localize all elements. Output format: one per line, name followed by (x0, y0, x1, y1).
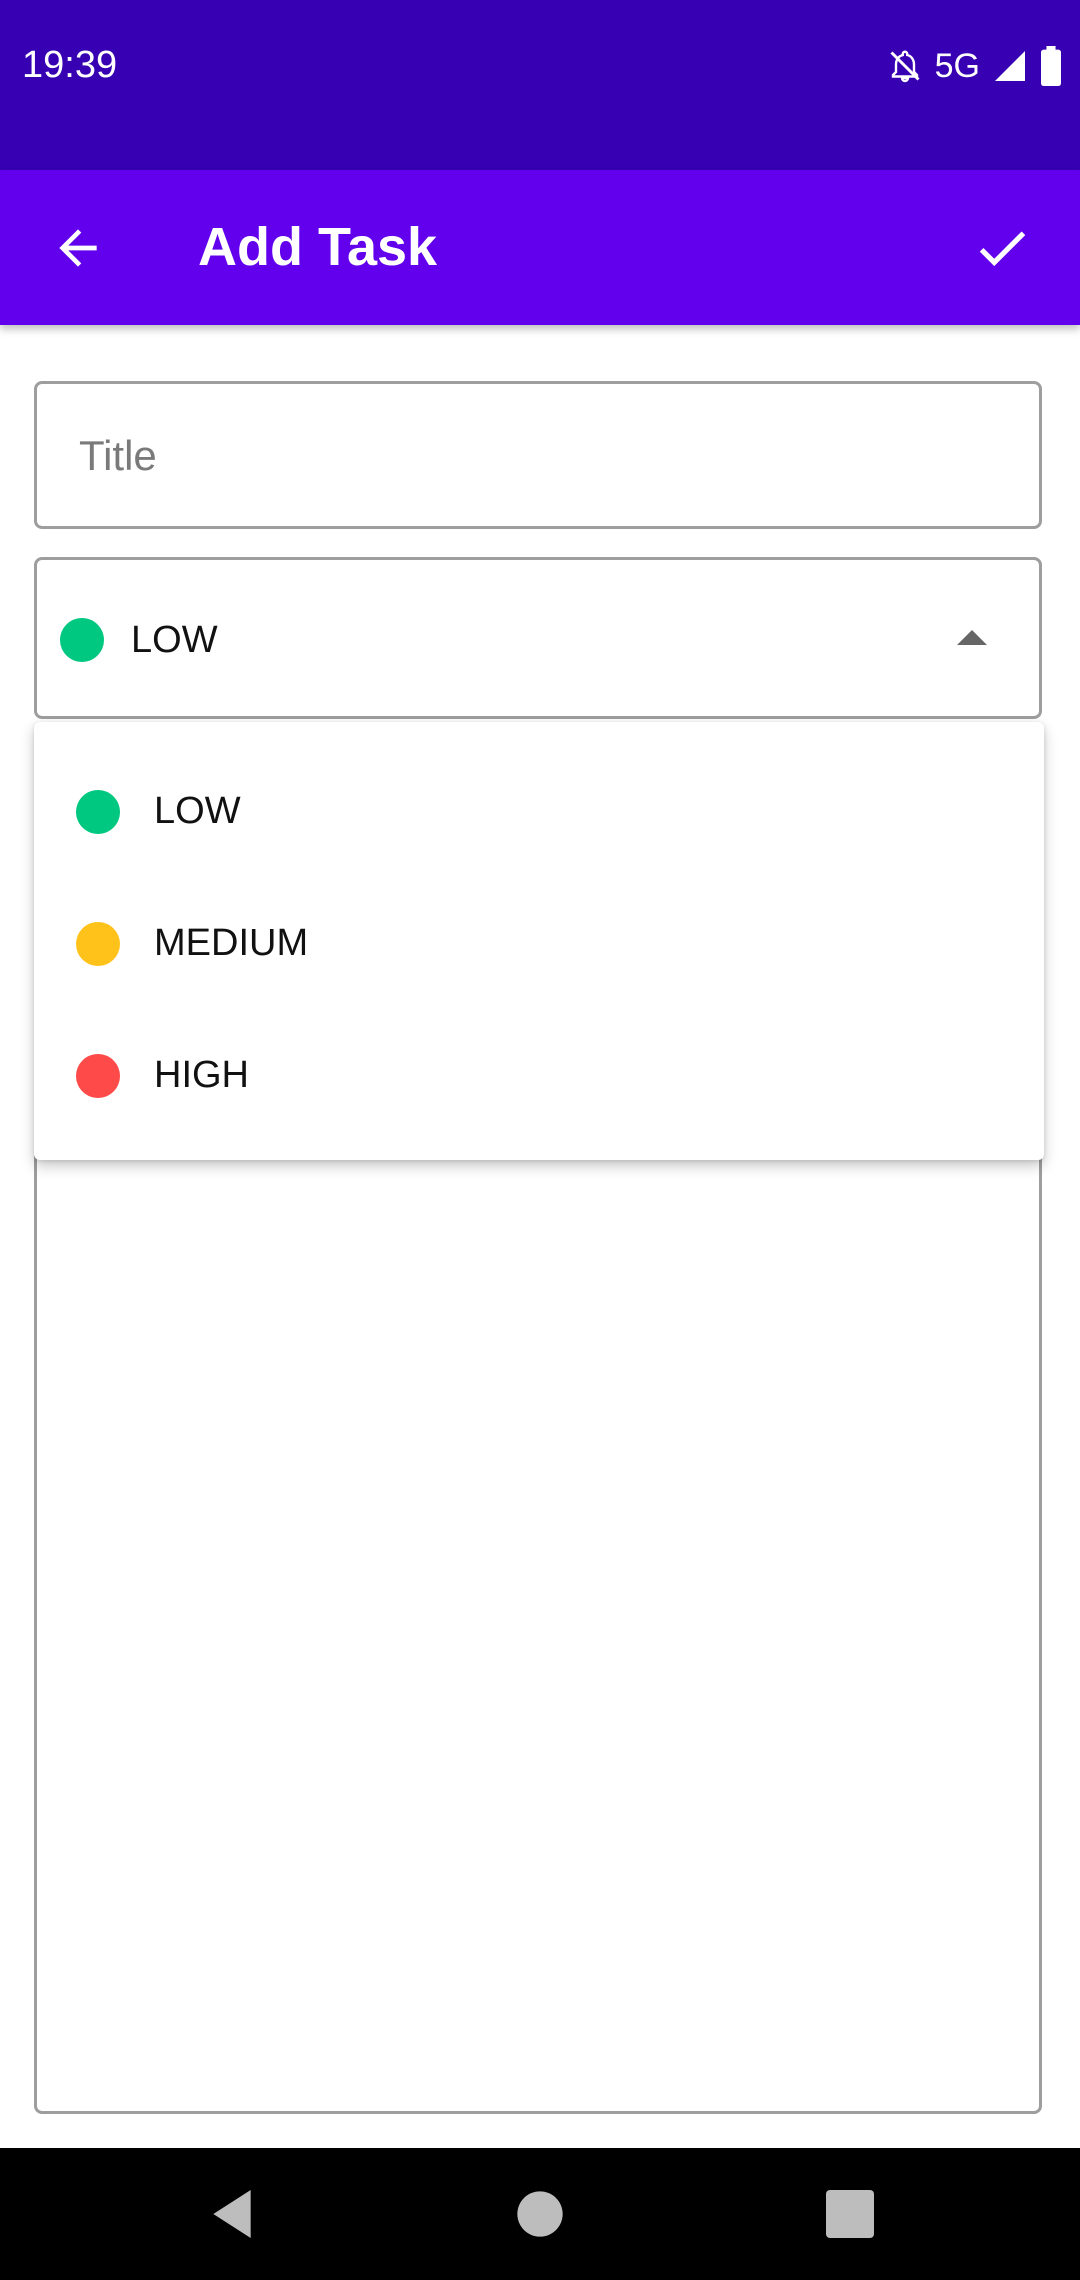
status-bar: 19:39 5G (0, 0, 1080, 170)
battery-icon (1041, 46, 1061, 86)
medium-priority-dot (76, 922, 120, 966)
priority-option-label: MEDIUM (154, 922, 309, 964)
network-type: 5G (934, 46, 980, 85)
priority-option-label: HIGH (154, 1054, 249, 1096)
nav-home-icon[interactable] (508, 2182, 572, 2246)
save-button[interactable] (962, 208, 1042, 288)
priority-spinner[interactable]: LOW (34, 557, 1042, 719)
notifications-off-icon (890, 50, 920, 83)
back-button[interactable] (40, 210, 116, 286)
priority-dropdown-menu: LOW MEDIUM HIGH (34, 722, 1044, 1160)
status-time: 19:39 (22, 44, 118, 86)
priority-option-label: LOW (154, 790, 241, 832)
signal-icon (995, 51, 1025, 81)
low-priority-dot (76, 790, 120, 834)
title-field[interactable] (34, 381, 1042, 529)
nav-back-icon[interactable] (200, 2182, 264, 2246)
nav-recents-icon[interactable] (818, 2182, 882, 2246)
priority-color-dot (60, 618, 104, 662)
priority-option-high[interactable]: HIGH (34, 1010, 1044, 1142)
dropdown-arrow-icon (957, 630, 987, 645)
check-icon (979, 231, 1026, 267)
description-field[interactable] (34, 1110, 1042, 2114)
priority-option-medium[interactable]: MEDIUM (34, 878, 1044, 1010)
status-icons: 5G (887, 46, 1062, 86)
navigation-bar (0, 2148, 1080, 2280)
title-input[interactable] (77, 384, 981, 528)
high-priority-dot (76, 1054, 120, 1098)
page-title: Add Task (198, 217, 438, 277)
priority-selected-label: LOW (131, 619, 218, 661)
app-bar: Add Task (0, 170, 1080, 325)
arrow-back-icon (59, 229, 97, 267)
priority-option-low[interactable]: LOW (34, 746, 1044, 878)
